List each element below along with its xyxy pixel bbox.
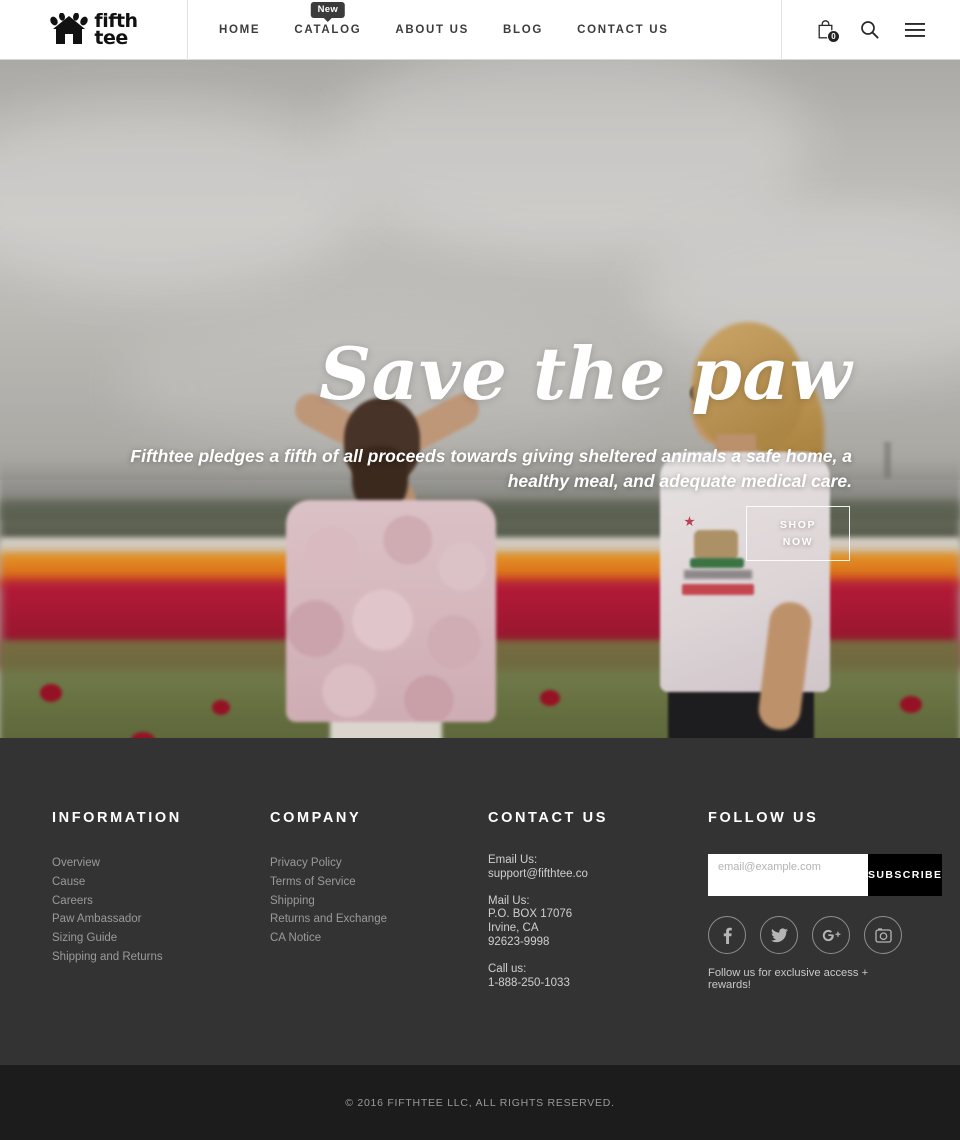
footer-column-information: INFORMATION Overview Cause Careers Paw A…	[52, 810, 270, 1003]
logo-link[interactable]: fifth tee	[0, 0, 188, 60]
cart-button[interactable]: 0	[817, 19, 840, 43]
nav-label: ABOUT US	[395, 23, 470, 36]
hero-title: Save the paw	[319, 331, 852, 416]
instagram-link[interactable]	[864, 916, 902, 954]
header-utilities: 0	[781, 0, 960, 60]
new-badge: New	[310, 1, 346, 18]
call-label: Call us:	[488, 962, 527, 975]
contact-mail-block: Mail Us: P.O. BOX 17076 Irvine, CA 92623…	[488, 895, 708, 950]
mail-line-1: P.O. BOX 17076	[488, 908, 573, 921]
shop-now-line1: SHOP	[779, 519, 817, 532]
search-icon	[861, 21, 879, 39]
cart-count-badge: 0	[827, 29, 840, 43]
contact-email-block: Email Us: support@fifthtee.co	[488, 854, 708, 882]
hero-content: Save the paw Fifthtee pledges a fifth of…	[0, 60, 960, 738]
mail-line-2: Irvine, CA	[488, 922, 539, 935]
twitter-icon	[770, 927, 788, 942]
footer-heading-follow: FOLLOW US	[708, 810, 819, 826]
copyright-bar: © 2016 FIFTHTEE LLC, ALL RIGHTS RESERVED…	[0, 1065, 960, 1140]
footer-link-privacy-policy[interactable]: Privacy Policy	[270, 854, 488, 873]
shop-now-button[interactable]: SHOP NOW	[746, 506, 850, 561]
primary-nav: HOME New CATALOG ABOUT US BLOG CONTACT U…	[188, 0, 781, 60]
footer-link-paw-ambassador[interactable]: Paw Ambassador	[52, 910, 270, 929]
footer-link-ca-notice[interactable]: CA Notice	[270, 929, 488, 948]
google-plus-link[interactable]	[812, 916, 850, 954]
site-footer: INFORMATION Overview Cause Careers Paw A…	[0, 738, 960, 1065]
email-label: Email Us:	[488, 854, 538, 866]
nav-label: CONTACT US	[577, 23, 669, 36]
footer-link-cause[interactable]: Cause	[52, 873, 270, 892]
copyright-text: © 2016 FIFTHTEE LLC, ALL RIGHTS RESERVED…	[345, 1096, 615, 1109]
nav-label: HOME	[219, 23, 261, 36]
footer-column-follow: FOLLOW US SUBSCRIBE	[708, 810, 943, 1003]
footer-link-shipping[interactable]: Shipping	[270, 892, 488, 911]
footer-heading-company: COMPANY	[270, 810, 362, 826]
social-links	[708, 916, 912, 954]
nav-label: BLOG	[503, 23, 544, 36]
twitter-link[interactable]	[760, 916, 798, 954]
footer-heading-contact: CONTACT US	[488, 810, 608, 826]
nav-item-blog[interactable]: BLOG	[486, 24, 560, 36]
subscribe-button[interactable]: SUBSCRIBE	[868, 854, 943, 896]
footer-link-sizing-guide[interactable]: Sizing Guide	[52, 929, 270, 948]
shop-now-line2: NOW	[782, 535, 814, 548]
newsletter-email-input[interactable]	[708, 854, 868, 896]
newsletter-form: SUBSCRIBE	[708, 854, 943, 896]
nav-label: CATALOG	[294, 23, 362, 36]
facebook-icon	[723, 927, 732, 944]
footer-link-terms-of-service[interactable]: Terms of Service	[270, 873, 488, 892]
instagram-icon	[874, 927, 892, 943]
site-header: fifth tee HOME New CATALOG ABOUT US BLOG…	[0, 0, 960, 60]
logo[interactable]: fifth tee	[49, 11, 138, 47]
footer-column-company: COMPANY Privacy Policy Terms of Service …	[270, 810, 488, 1003]
mail-line-3: 92623-9998	[488, 935, 550, 948]
footer-column-contact: CONTACT US Email Us: support@fifthtee.co…	[488, 810, 708, 1003]
email-value[interactable]: support@fifthtee.co	[488, 868, 708, 882]
hero-subtitle: Fifthtee pledges a fifth of all proceeds…	[130, 446, 852, 491]
footer-link-shipping-and-returns[interactable]: Shipping and Returns	[52, 948, 270, 967]
nav-item-about-us[interactable]: ABOUT US	[378, 24, 486, 36]
paw-house-logo-icon	[50, 12, 89, 44]
facebook-link[interactable]	[708, 916, 746, 954]
footer-link-overview[interactable]: Overview	[52, 854, 270, 873]
nav-item-home[interactable]: HOME	[202, 24, 277, 36]
contact-phone-block: Call us: 1-888-250-1033	[488, 963, 708, 991]
search-button[interactable]	[860, 20, 879, 39]
hamburger-menu-icon	[905, 22, 925, 37]
hero-banner: Save the paw Fifthtee pledges a fifth of…	[0, 60, 960, 738]
footer-link-careers[interactable]: Careers	[52, 892, 270, 911]
footer-heading-information: INFORMATION	[52, 810, 182, 826]
logo-wordmark: fifth tee	[94, 11, 138, 47]
nav-item-catalog[interactable]: New CATALOG	[277, 1, 378, 36]
nav-item-contact-us[interactable]: CONTACT US	[560, 24, 686, 36]
follow-note: Follow us for exclusive access + rewards…	[708, 967, 869, 991]
menu-button[interactable]	[905, 22, 925, 37]
google-plus-icon	[822, 929, 840, 942]
mail-label: Mail Us:	[488, 894, 530, 907]
call-value[interactable]: 1-888-250-1033	[488, 977, 708, 991]
footer-link-returns-and-exchange[interactable]: Returns and Exchange	[270, 910, 488, 929]
